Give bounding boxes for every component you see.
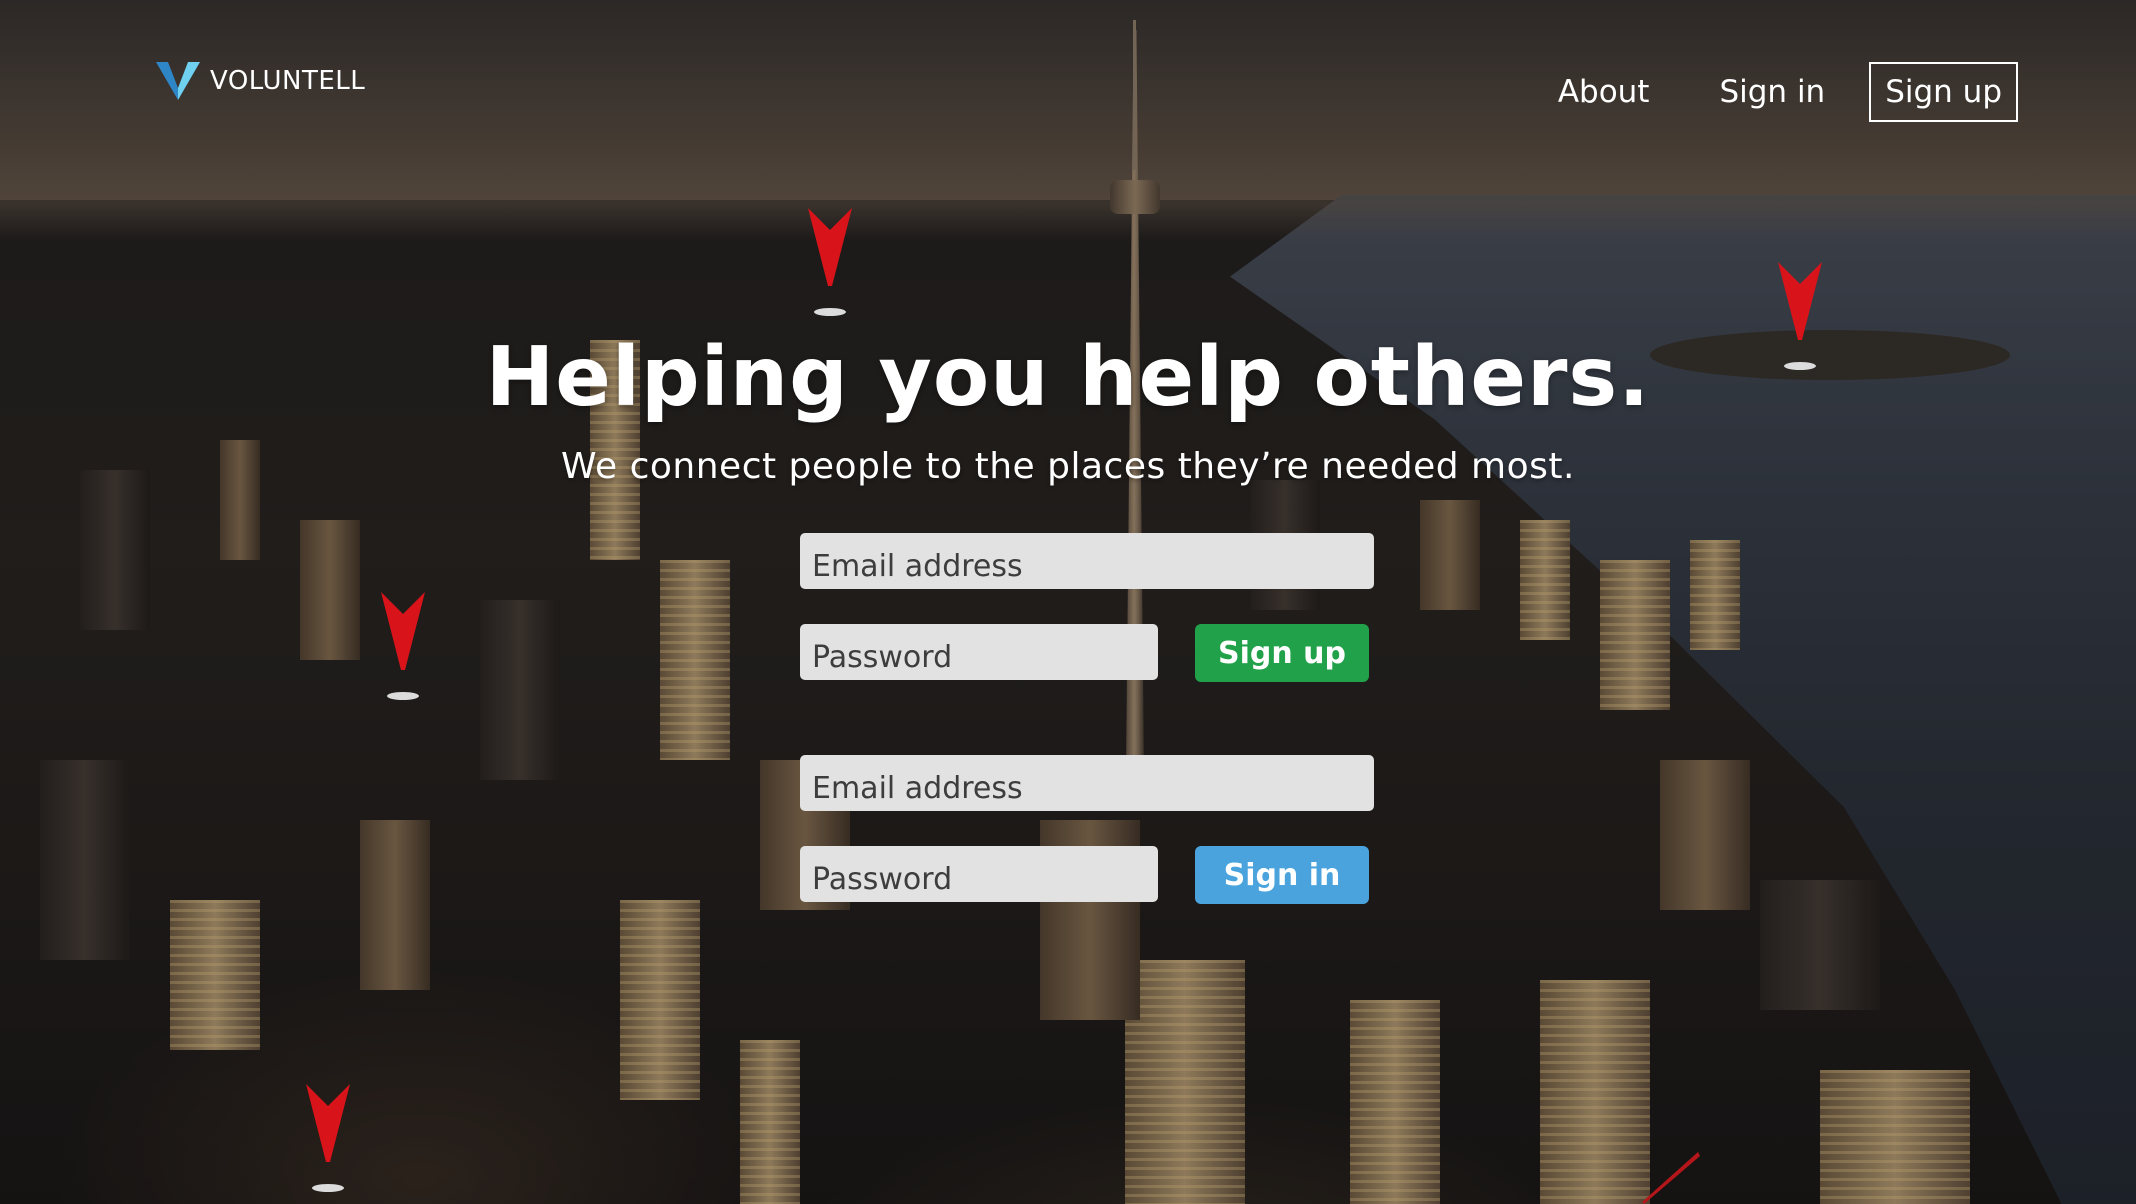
map-pin-icon (1640, 1150, 1700, 1204)
brand-name: VOLUNTELL (210, 66, 366, 96)
signin-password-input[interactable] (800, 846, 1158, 902)
map-pin-icon (306, 1084, 350, 1194)
signup-email-input[interactable] (800, 533, 1374, 589)
hero-title: Helping you help others. (485, 330, 1651, 425)
map-pin-icon (381, 592, 425, 702)
map-pin-icon (808, 208, 852, 318)
top-nav: About Sign in Sign up (1558, 62, 2018, 122)
nav-about-link[interactable]: About (1558, 74, 1650, 110)
landing-page: VOLUNTELL About Sign in Sign up Helping … (0, 0, 2136, 1204)
v-logo-icon (156, 62, 200, 100)
signin-submit-button[interactable]: Sign in (1195, 846, 1369, 904)
brand-logo[interactable]: VOLUNTELL (156, 62, 365, 100)
hero-subtitle: We connect people to the places they’re … (561, 446, 1575, 487)
signup-password-input[interactable] (800, 624, 1158, 680)
nav-sign-up-button[interactable]: Sign up (1869, 62, 2018, 122)
city-background-image (0, 0, 2136, 1204)
signup-submit-button[interactable]: Sign up (1195, 624, 1369, 682)
nav-sign-in-link[interactable]: Sign in (1719, 74, 1825, 110)
signin-email-input[interactable] (800, 755, 1374, 811)
